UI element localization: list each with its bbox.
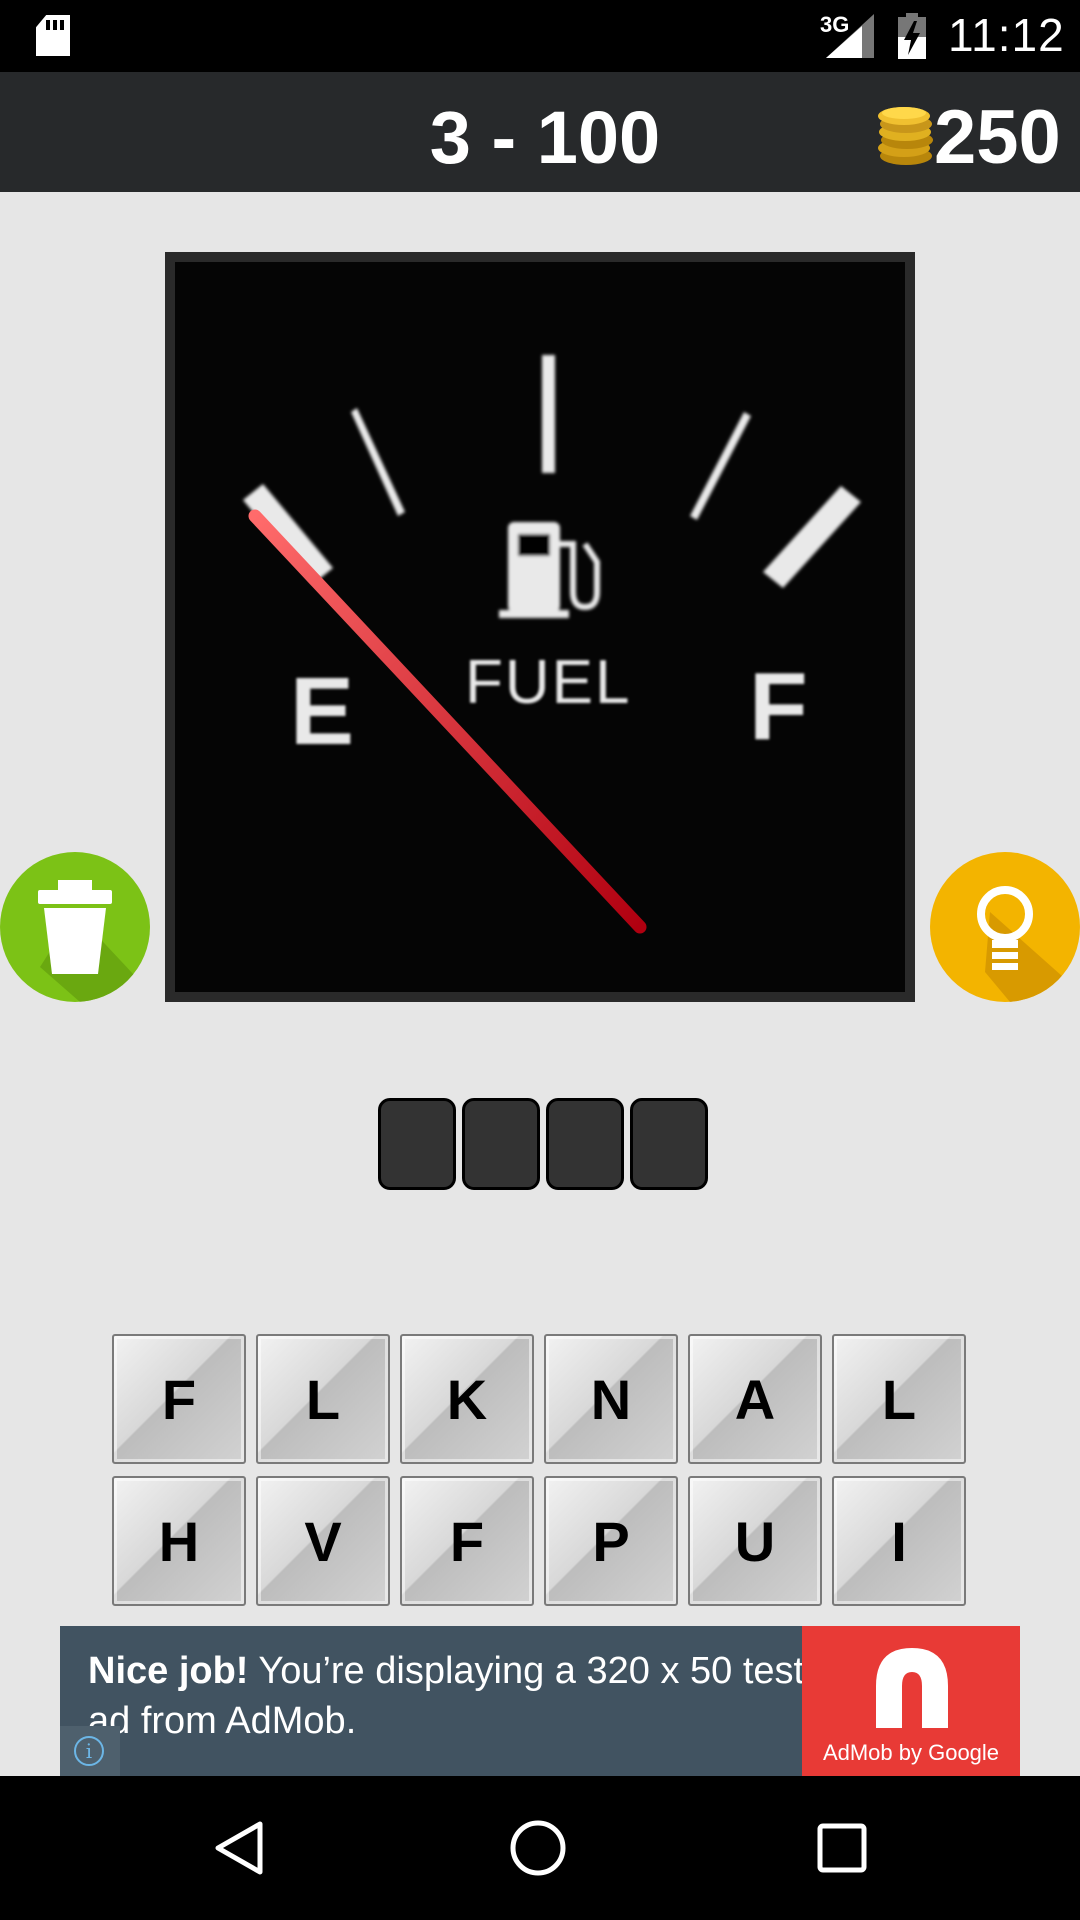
letter-key[interactable]: P — [544, 1476, 678, 1606]
answer-slot[interactable] — [630, 1098, 708, 1190]
ad-headline: Nice job! — [88, 1650, 249, 1692]
answer-slot[interactable] — [462, 1098, 540, 1190]
hint-button[interactable] — [930, 852, 1080, 1002]
coins-count: 250 — [934, 95, 1061, 180]
puzzle-image: E FUEL F — [165, 252, 915, 1002]
ad-text: Nice job! You’re displaying a 320 x 50 t… — [88, 1646, 808, 1746]
level-indicator: 3 - 100 — [429, 96, 661, 179]
admob-logo: AdMob by Google — [802, 1626, 1020, 1776]
back-icon[interactable] — [210, 1818, 270, 1878]
fuel-pump-icon — [499, 522, 600, 618]
letter-key[interactable]: U — [688, 1476, 822, 1606]
letter-row-1: F L K N A L — [112, 1334, 968, 1464]
admob-label: AdMob by Google — [822, 1740, 1000, 1765]
ad-info-button[interactable]: i — [60, 1726, 120, 1776]
letter-key[interactable]: F — [112, 1334, 246, 1464]
info-icon: i — [74, 1736, 104, 1766]
gauge-fuel-label: FUEL — [465, 648, 632, 717]
letter-key[interactable]: F — [400, 1476, 534, 1606]
answer-slot[interactable] — [546, 1098, 624, 1190]
admob-icon — [876, 1648, 948, 1728]
trash-icon — [38, 880, 150, 1002]
letter-key[interactable]: I — [832, 1476, 966, 1606]
letter-key[interactable]: L — [256, 1334, 390, 1464]
navigation-bar — [0, 1776, 1080, 1920]
recents-icon[interactable] — [812, 1818, 872, 1878]
letter-key[interactable]: K — [400, 1334, 534, 1464]
battery-charging-icon — [898, 13, 926, 59]
clock: 11:12 — [948, 9, 1065, 61]
status-bar: 3G 11:12 — [0, 0, 1080, 72]
signal-icon — [826, 14, 874, 58]
lightbulb-icon — [977, 886, 1080, 1002]
fuel-gauge-image: E FUEL F — [175, 262, 905, 992]
letter-key[interactable]: H — [112, 1476, 246, 1606]
letter-row-2: H V F P U I — [112, 1476, 968, 1606]
letter-key[interactable]: N — [544, 1334, 678, 1464]
gauge-graphic — [243, 355, 861, 934]
home-icon[interactable] — [508, 1818, 568, 1878]
letter-key[interactable]: A — [688, 1334, 822, 1464]
remove-letters-button[interactable] — [0, 852, 150, 1002]
letter-key[interactable]: V — [256, 1476, 390, 1606]
letter-key[interactable]: L — [832, 1334, 966, 1464]
answer-slot[interactable] — [378, 1098, 456, 1190]
letter-keyboard: F L K N A L H V F P U I — [112, 1334, 968, 1618]
ad-banner[interactable]: Nice job! You’re displaying a 320 x 50 t… — [60, 1626, 1020, 1776]
sd-card-icon — [36, 15, 70, 56]
gauge-full-letter: F — [749, 653, 808, 760]
game-header: 3 - 100 250 — [0, 72, 1080, 192]
gauge-empty-letter: E — [290, 658, 355, 765]
answer-slots — [378, 1098, 708, 1190]
coins-icon — [878, 107, 933, 165]
